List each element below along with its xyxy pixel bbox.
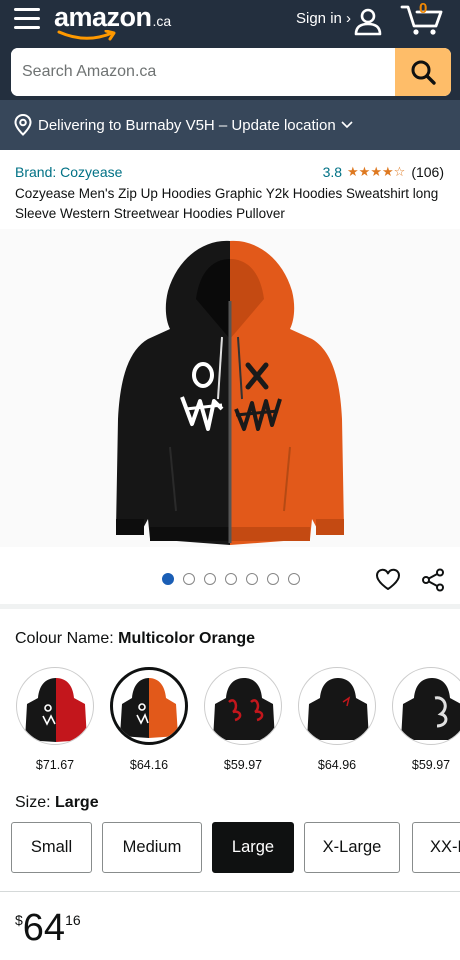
swatch-price: $64.16 bbox=[129, 758, 169, 772]
image-carousel-dots bbox=[162, 573, 300, 585]
carousel-dot[interactable] bbox=[225, 573, 237, 585]
selected-colour: Multicolor Orange bbox=[118, 630, 256, 647]
section-divider bbox=[0, 604, 460, 609]
search-input[interactable] bbox=[11, 48, 395, 96]
top-header: amazon.ca Sign in › 0 bbox=[0, 0, 460, 100]
star-rating-icon: ★★★★☆ bbox=[347, 164, 406, 179]
product-title: Cozyease Men's Zip Up Hoodies Graphic Y2… bbox=[15, 186, 439, 221]
logo-text: amazon bbox=[54, 2, 152, 32]
location-pin-icon bbox=[14, 114, 32, 136]
search-icon bbox=[411, 60, 436, 85]
delivery-location-text: Delivering to Burnaby V5H – Update locat… bbox=[38, 116, 336, 134]
swatch-price: $59.97 bbox=[223, 758, 263, 772]
selected-size: Large bbox=[55, 794, 99, 811]
hamburger-menu-icon[interactable] bbox=[14, 8, 40, 30]
price-fraction: 16 bbox=[65, 912, 81, 928]
carousel-dot[interactable] bbox=[267, 573, 279, 585]
product-price: $ 64 16 bbox=[15, 906, 81, 950]
swatch-price: $71.67 bbox=[35, 758, 75, 772]
colour-swatch-black[interactable] bbox=[298, 667, 376, 745]
search-button[interactable] bbox=[395, 48, 451, 96]
share-icon[interactable] bbox=[421, 568, 445, 592]
sign-in-link[interactable]: Sign in › bbox=[296, 10, 351, 27]
colour-name-label: Colour Name: Multicolor Orange bbox=[15, 630, 255, 648]
rating-value: 3.8 bbox=[322, 164, 343, 180]
size-label-text: Size: bbox=[15, 794, 56, 811]
amazon-logo[interactable]: amazon.ca bbox=[54, 2, 171, 42]
carousel-dot[interactable] bbox=[246, 573, 258, 585]
product-image[interactable] bbox=[0, 229, 460, 547]
carousel-dot[interactable] bbox=[162, 573, 174, 585]
cart-count: 0 bbox=[419, 0, 428, 17]
price-symbol: $ bbox=[15, 912, 23, 928]
section-divider bbox=[0, 891, 460, 892]
size-option-xx-large[interactable]: XX-Large bbox=[412, 822, 460, 873]
search-bar bbox=[11, 48, 451, 96]
rating-summary[interactable]: 3.8 ★★★★☆ (106) bbox=[323, 164, 444, 180]
brand-link[interactable]: Brand: Cozyease bbox=[15, 164, 122, 180]
swatch-price: $59.97 bbox=[411, 758, 451, 772]
carousel-dot[interactable] bbox=[288, 573, 300, 585]
rating-count: (106) bbox=[411, 164, 444, 180]
carousel-dot[interactable] bbox=[204, 573, 216, 585]
swatch-price: $64.96 bbox=[317, 758, 357, 772]
colour-swatch-black-red-graphic[interactable] bbox=[204, 667, 282, 745]
size-option-x-large[interactable]: X-Large bbox=[304, 822, 400, 873]
heart-icon[interactable] bbox=[375, 568, 401, 592]
price-whole: 64 bbox=[22, 907, 66, 949]
size-option-medium[interactable]: Medium bbox=[102, 822, 202, 873]
colour-label-text: Colour Name: bbox=[15, 630, 119, 647]
colour-swatch-red[interactable] bbox=[16, 667, 94, 745]
colour-swatch-orange[interactable] bbox=[110, 667, 188, 745]
size-label: Size: Large bbox=[15, 794, 99, 812]
size-option-large[interactable]: Large bbox=[212, 822, 294, 873]
logo-suffix: .ca bbox=[152, 13, 172, 29]
user-icon[interactable] bbox=[353, 6, 383, 36]
smile-arrow-icon bbox=[57, 30, 116, 41]
chevron-down-icon bbox=[341, 121, 353, 129]
carousel-dot[interactable] bbox=[183, 573, 195, 585]
hoodie-image bbox=[116, 240, 344, 546]
colour-swatch-black-white-graphic[interactable] bbox=[392, 667, 460, 745]
size-option-small[interactable]: Small bbox=[11, 822, 92, 873]
delivery-location-bar[interactable]: Delivering to Burnaby V5H – Update locat… bbox=[0, 100, 460, 150]
